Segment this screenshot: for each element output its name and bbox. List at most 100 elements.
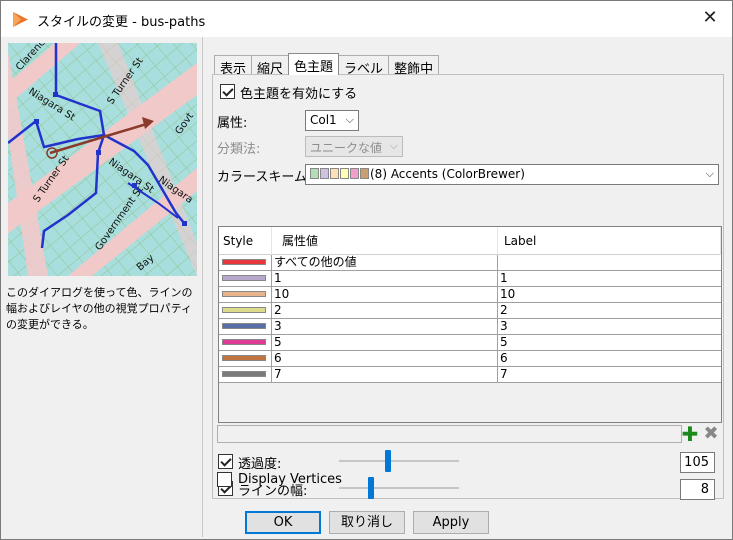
plus-icon[interactable]: ✚: [681, 424, 699, 444]
value-cell[interactable]: 1: [272, 271, 498, 286]
display-vertices-checkbox[interactable]: [217, 472, 232, 487]
line-style-swatch: [222, 339, 266, 345]
color-swatch: [310, 168, 319, 179]
map-preview: Clarence Niagara St S Turner St Niagara …: [8, 43, 197, 276]
table-row[interactable]: すべての他の値: [219, 255, 721, 271]
line-width-slider[interactable]: [339, 487, 459, 489]
column-header-label[interactable]: Label: [498, 227, 721, 255]
attribute-label: 属性:: [217, 116, 248, 131]
tab-display[interactable]: 表示: [214, 55, 253, 77]
dialog-description: このダイアログを使って色、ラインの幅およびレイヤの他の視覚プロパティの変更ができ…: [6, 286, 193, 331]
label-cell[interactable]: 6: [498, 351, 721, 366]
title-bar: スタイルの変更 - bus-paths ✕: [1, 1, 732, 37]
preview-panel: Clarence Niagara St S Turner St Niagara …: [2, 37, 203, 537]
table-row[interactable]: 55: [219, 335, 721, 351]
table-row[interactable]: 66: [219, 351, 721, 367]
line-style-swatch: [222, 259, 266, 265]
tab-bar: 表示 縮尺 色主題 ラベル 整飾中: [214, 53, 440, 77]
value-cell[interactable]: 3: [272, 319, 498, 334]
tab-scale[interactable]: 縮尺: [251, 55, 290, 77]
classification-label: 分類法:: [217, 142, 261, 157]
tab-decoration[interactable]: 整飾中: [388, 55, 440, 77]
color-swatch: [350, 168, 359, 179]
ok-button[interactable]: OK: [245, 511, 321, 534]
color-swatch: [330, 168, 339, 179]
tab-label[interactable]: ラベル: [338, 55, 390, 77]
tab-color-theme[interactable]: 色主題: [288, 53, 340, 75]
transparency-checkbox[interactable]: [218, 454, 233, 469]
cancel-button[interactable]: 取り消し: [329, 511, 405, 534]
settings-panel: 表示 縮尺 色主題 ラベル 整飾中 色主題を有効にする 属性: Col1 ⌵ 分…: [210, 39, 724, 501]
map-preview-image: Clarence Niagara St S Turner St Niagara …: [8, 43, 197, 276]
line-style-swatch: [222, 275, 266, 281]
table-header: Style 属性値 Label: [219, 227, 721, 255]
value-cell[interactable]: 6: [272, 351, 498, 366]
label-cell[interactable]: 2: [498, 303, 721, 318]
close-icon: ✕: [702, 7, 718, 28]
apply-button[interactable]: Apply: [413, 511, 489, 534]
transparency-slider[interactable]: [339, 460, 459, 462]
transparency-value-field[interactable]: 105: [680, 452, 715, 473]
value-cell[interactable]: 10: [272, 287, 498, 302]
style-cell[interactable]: [219, 287, 272, 302]
style-cell[interactable]: [219, 335, 272, 350]
classification-dropdown[interactable]: ユニークな値 ⌵: [305, 136, 403, 157]
color-theme-page: 色主題を有効にする 属性: Col1 ⌵ 分類法: ユニークな値 ⌵ カラースキ…: [212, 74, 724, 500]
enable-theme-checkbox[interactable]: [220, 84, 235, 99]
line-style-swatch: [222, 371, 266, 377]
line-style-swatch: [222, 323, 266, 329]
style-cell[interactable]: [219, 351, 272, 366]
table-row[interactable]: 10 10: [219, 287, 721, 303]
value-cell[interactable]: 2: [272, 303, 498, 318]
attribute-dropdown[interactable]: Col1 ⌵: [305, 110, 359, 131]
classification-value: ユニークな値: [310, 141, 383, 155]
label-cell[interactable]: 10: [498, 287, 721, 302]
add-value-row: [217, 425, 682, 443]
table-row[interactable]: 22: [219, 303, 721, 319]
enable-theme-label: 色主題を有効にする: [240, 87, 358, 102]
style-cell[interactable]: [219, 319, 272, 334]
style-cell[interactable]: [219, 367, 272, 382]
value-cell[interactable]: 7: [272, 367, 498, 382]
line-style-swatch: [222, 307, 266, 313]
label-cell[interactable]: 5: [498, 335, 721, 350]
scheme-swatches: [310, 167, 370, 181]
color-scheme-value: (8) Accents (ColorBrewer): [370, 167, 525, 181]
line-width-value-field[interactable]: 8: [680, 479, 715, 500]
value-cell[interactable]: すべての他の値: [272, 255, 498, 270]
label-cell[interactable]: 7: [498, 367, 721, 382]
display-vertices-label: Display Vertices: [238, 472, 342, 487]
style-dialog: スタイルの変更 - bus-paths ✕ Clarence Niagara S…: [0, 0, 733, 540]
column-header-style[interactable]: Style: [219, 227, 272, 255]
chevron-down-icon: ⌵: [705, 167, 714, 180]
transparency-slider-thumb[interactable]: [385, 450, 392, 472]
transparency-label: 透過度:: [238, 457, 282, 472]
close-button[interactable]: ✕: [688, 1, 732, 37]
line-style-swatch: [222, 355, 266, 361]
x-icon[interactable]: ✖: [702, 425, 720, 443]
color-scheme-label: カラースキーム:: [217, 170, 312, 185]
line-width-slider-thumb[interactable]: [368, 477, 375, 499]
line-style-swatch: [222, 291, 266, 297]
chevron-down-icon: ⌵: [345, 113, 354, 126]
value-cell[interactable]: 5: [272, 335, 498, 350]
table-row[interactable]: 77: [219, 367, 721, 383]
table-row[interactable]: 33: [219, 319, 721, 335]
table-body: すべての他の値 1 1 10 10 2 2 3 3 5 5 6 6 7 7: [219, 255, 721, 383]
color-swatch: [340, 168, 349, 179]
color-swatch: [360, 168, 369, 179]
column-header-value[interactable]: 属性値: [272, 227, 498, 255]
label-cell[interactable]: 3: [498, 319, 721, 334]
label-cell[interactable]: [498, 255, 721, 270]
color-swatch: [320, 168, 329, 179]
chevron-down-icon: ⌵: [389, 139, 398, 152]
style-cell[interactable]: [219, 303, 272, 318]
table-row[interactable]: 11: [219, 271, 721, 287]
window-title: スタイルの変更 - bus-paths: [37, 15, 206, 30]
style-cell[interactable]: [219, 271, 272, 286]
theme-table: Style 属性値 Label すべての他の値 1 1 10 10 2 2 3 3 5 5 6 6 7 7: [218, 226, 722, 423]
label-cell[interactable]: 1: [498, 271, 721, 286]
attribute-value: Col1: [310, 113, 337, 127]
style-cell[interactable]: [219, 255, 272, 270]
color-scheme-dropdown[interactable]: (8) Accents (ColorBrewer) ⌵: [305, 164, 719, 185]
